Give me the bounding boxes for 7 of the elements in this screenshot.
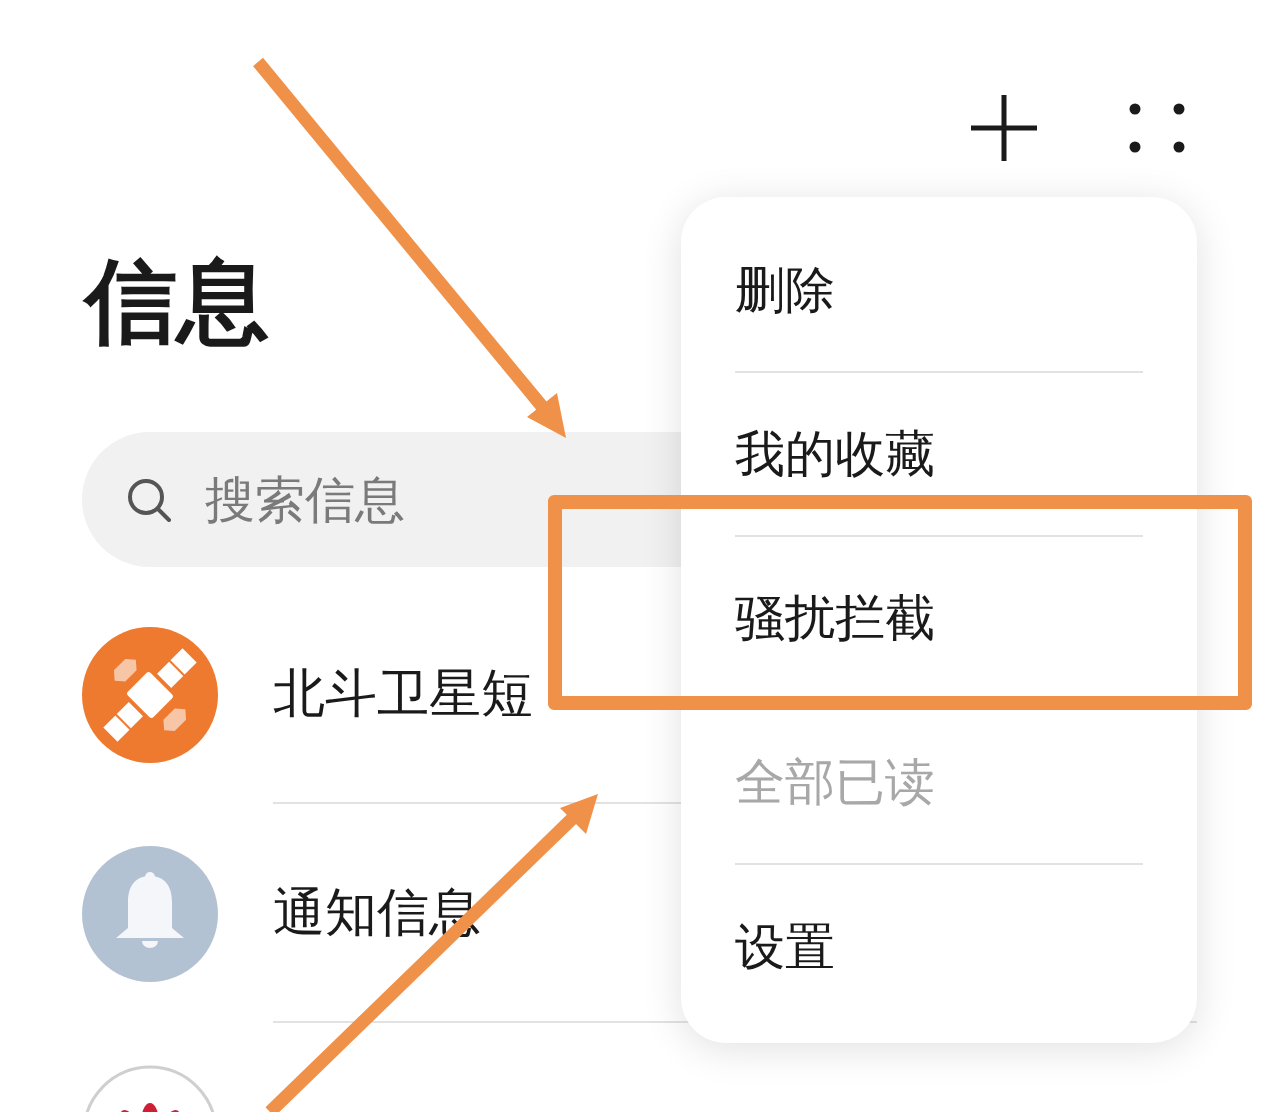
search-icon xyxy=(126,477,172,523)
menu-item[interactable]: 删除 xyxy=(735,256,835,324)
more-icon[interactable] xyxy=(1129,103,1185,153)
menu-item[interactable]: 设置 xyxy=(735,913,835,981)
menu-item[interactable]: 骚扰拦截 xyxy=(735,584,935,652)
add-icon[interactable] xyxy=(969,93,1039,163)
conversation-name[interactable]: 北斗卫星短 xyxy=(273,658,533,729)
